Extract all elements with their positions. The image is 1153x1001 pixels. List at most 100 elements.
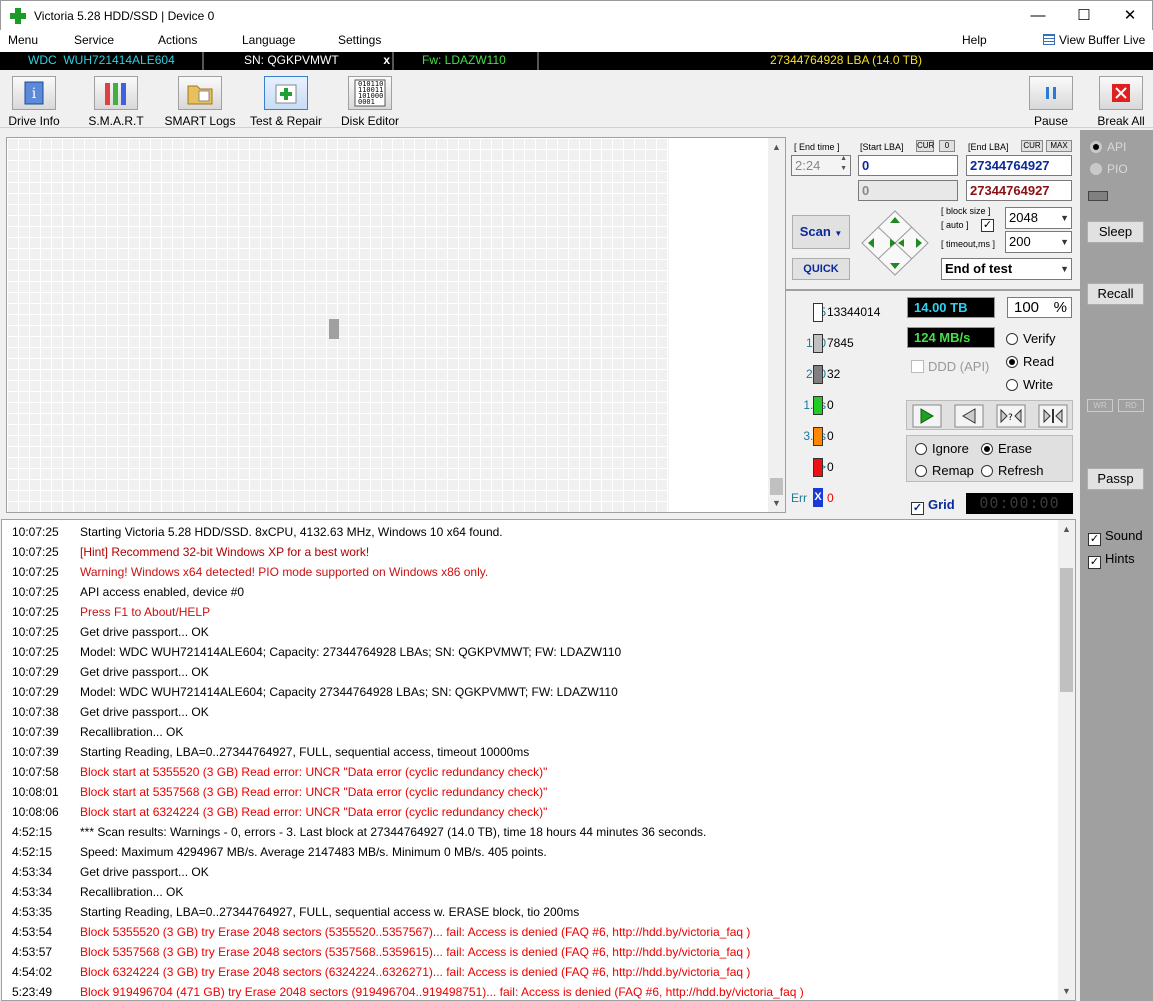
chevron-down-icon: ▼ <box>1060 213 1069 223</box>
rewind-icon[interactable] <box>954 404 984 428</box>
view-buffer-live[interactable]: View Buffer Live <box>1043 33 1145 47</box>
drive-info-button[interactable]: i Drive Info <box>6 76 62 128</box>
menu-actions[interactable]: Actions <box>158 33 197 47</box>
write-radio[interactable]: Write <box>1006 377 1053 392</box>
map-scroll-thumb[interactable] <box>770 478 783 495</box>
scroll-up-icon[interactable]: ▲ <box>1058 524 1075 534</box>
close-drive-x[interactable]: x <box>383 52 390 69</box>
start-zero-chip[interactable]: 0 <box>939 140 955 152</box>
close-button[interactable]: ✕ <box>1107 1 1153 31</box>
log-time: 10:07:25 <box>12 545 59 559</box>
drive-capacity: 27344764928 LBA (14.0 TB) <box>770 53 922 67</box>
refresh-radio[interactable]: Refresh <box>981 463 1044 478</box>
log-message: Block 6324224 (3 GB) try Erase 2048 sect… <box>80 965 751 979</box>
jump-icon[interactable]: ? <box>996 404 1026 428</box>
log-time: 10:07:25 <box>12 645 59 659</box>
timeout-label: [ timeout,ms ] <box>941 239 996 249</box>
play-icon[interactable] <box>912 404 942 428</box>
block-size-label: [ block size ] <box>941 206 991 216</box>
scan-button[interactable]: Scan ▼ <box>792 215 850 249</box>
log-time: 4:53:34 <box>12 885 53 899</box>
remap-radio[interactable]: Remap <box>915 463 974 478</box>
log-message: Block start at 5355520 (3 GB) Read error… <box>80 765 548 779</box>
block-size-select[interactable]: 2048 ▼ <box>1005 207 1072 229</box>
verify-radio[interactable]: Verify <box>1006 331 1056 346</box>
drive-serial-text: SN: QGKPVMWT <box>244 53 339 67</box>
end-time-label: [ End time ] <box>794 142 840 152</box>
speed-display: 124 MB/s <box>907 327 995 348</box>
log-row: 4:54:02 Block 6324224 (3 GB) try Erase 20… <box>2 960 1060 980</box>
verify-label: Verify <box>1023 331 1056 346</box>
start-lba-input[interactable]: 0 <box>858 155 958 176</box>
menu-settings[interactable]: Settings <box>338 33 381 47</box>
quick-button[interactable]: QUICK <box>792 258 850 280</box>
ignore-radio[interactable]: Ignore <box>915 441 969 456</box>
log-scroll-thumb[interactable] <box>1060 568 1073 692</box>
read-radio[interactable]: Read <box>1006 354 1054 369</box>
spin-icon[interactable]: ▲ ▼ <box>840 154 847 174</box>
sleep-button[interactable]: Sleep <box>1087 221 1144 243</box>
rd-button[interactable]: RD <box>1118 399 1144 412</box>
passp-button[interactable]: Passp <box>1087 468 1144 490</box>
log-row: 4:53:35 Starting Reading, LBA=0..27344764… <box>2 900 1060 920</box>
scroll-up-icon[interactable]: ▲ <box>768 142 785 152</box>
log-scrollbar[interactable]: ▲ ▼ <box>1058 520 1075 1000</box>
end-time-field[interactable]: 2:24 ▲ ▼ <box>791 155 851 176</box>
break-all-button[interactable]: Break All <box>1095 76 1147 128</box>
disk-editor-button[interactable]: 010110 110011 101000 0001 Disk Editor <box>340 76 400 128</box>
log-message: Speed: Maximum 4294967 MB/s. Average 214… <box>80 845 547 859</box>
end-max-chip[interactable]: MAX <box>1046 140 1072 152</box>
auto-checkbox[interactable]: ✓ <box>981 219 994 232</box>
maximize-button[interactable]: ☐ <box>1061 1 1107 31</box>
log-message: API access enabled, device #0 <box>80 585 245 599</box>
sound-checkbox[interactable]: ✓ Sound <box>1088 528 1143 546</box>
start-cur-chip[interactable]: CUR <box>916 140 934 152</box>
ddd-api-checkbox[interactable]: DDD (API) <box>911 359 989 374</box>
scroll-down-icon[interactable]: ▼ <box>1058 986 1075 996</box>
recall-button[interactable]: Recall <box>1087 283 1144 305</box>
scroll-down-icon[interactable]: ▼ <box>768 498 785 508</box>
minimize-button[interactable]: — <box>1015 1 1061 31</box>
api-radio[interactable]: API <box>1090 140 1126 154</box>
latency-swatch <box>813 396 823 415</box>
direction-pad[interactable] <box>860 209 930 277</box>
log-message: Model: WDC WUH721414ALE604; Capacity: 27… <box>80 645 622 659</box>
checkbox-box: ✓ <box>1088 556 1101 569</box>
end-lba-label: [End LBA] <box>968 142 1009 152</box>
pause-button[interactable]: Pause <box>1029 76 1073 128</box>
skip-end-icon[interactable] <box>1038 404 1070 428</box>
log-row: 10:07:25 Starting Victoria 5.28 HDD/SSD. … <box>2 520 1060 540</box>
log-time: 10:07:29 <box>12 685 59 699</box>
wr-button[interactable]: WR <box>1087 399 1113 412</box>
grid-checkbox[interactable]: ✓ Grid <box>911 497 955 515</box>
checkbox-box: ✓ <box>911 502 924 515</box>
erase-radio[interactable]: Erase <box>981 441 1032 456</box>
menu-menu[interactable]: Menu <box>8 33 38 47</box>
menu-language[interactable]: Language <box>242 33 295 47</box>
log-row: 4:53:34 Get drive passport... OK <box>2 860 1060 880</box>
menu-help[interactable]: Help <box>962 33 987 47</box>
smart-button[interactable]: S.M.A.R.T <box>86 76 146 128</box>
end-lba-input[interactable]: 27344764927 <box>966 155 1072 176</box>
test-tubes-icon <box>94 76 138 110</box>
start-lba-label: [Start LBA] <box>860 142 904 152</box>
end-action-select[interactable]: End of test ▼ <box>941 258 1072 280</box>
timeout-select[interactable]: 200 ▼ <box>1005 231 1072 253</box>
scan-button-label: Scan <box>799 224 831 239</box>
hints-checkbox[interactable]: ✓ Hints <box>1088 551 1135 569</box>
folder-icon <box>178 76 222 110</box>
map-scrollbar[interactable]: ▲ ▼ <box>768 138 785 512</box>
latency-count: 0 <box>827 460 834 474</box>
drive-model[interactable]: WDC WUH721414ALE604 <box>0 52 204 70</box>
log-row: 4:53:57 Block 5357568 (3 GB) try Erase 20… <box>2 940 1060 960</box>
sidebar-options: ✓ Sound ✓ Hints <box>1080 517 1153 1001</box>
repair-mode-group: Ignore Erase Remap Refresh <box>906 435 1073 482</box>
drive-serial: SN: QGKPVMWT x <box>204 52 394 70</box>
menu-service[interactable]: Service <box>74 33 114 47</box>
log-message: *** Scan results: Warnings - 0, errors -… <box>80 825 707 839</box>
end-cur-chip[interactable]: CUR <box>1021 140 1043 152</box>
erase-label: Erase <box>998 441 1032 456</box>
test-repair-button[interactable]: Test & Repair <box>248 76 324 128</box>
pio-radio[interactable]: PIO <box>1090 162 1128 176</box>
smart-logs-button[interactable]: SMART Logs <box>164 76 236 128</box>
